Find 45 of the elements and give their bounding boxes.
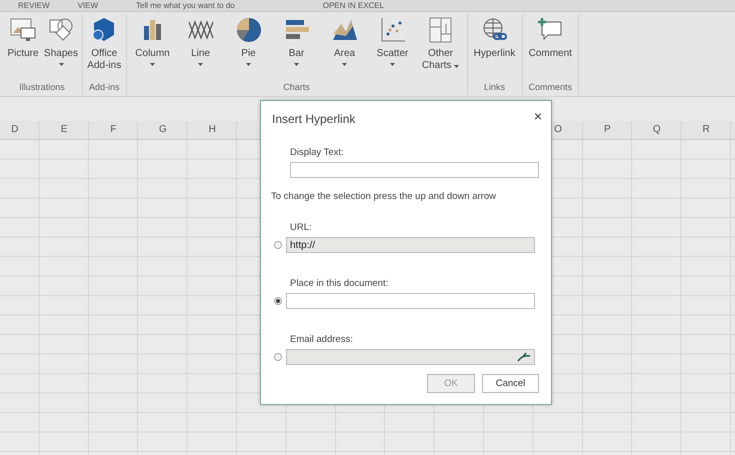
header-letter[interactable]: D (11, 124, 18, 135)
group-label: Charts (282, 82, 311, 94)
open-in-excel-link[interactable]: OPEN IN EXCEL (322, 0, 384, 10)
ribbon-button[interactable]: Scatter (368, 14, 417, 82)
picture-icon (9, 16, 37, 44)
header-letter[interactable]: E (60, 124, 68, 135)
header-letter[interactable]: G (158, 124, 167, 135)
field-label: Place in this document: (290, 278, 390, 289)
close-button[interactable]: × (534, 108, 542, 124)
group-label: Comments (528, 82, 574, 94)
dialog-button[interactable]: Cancel (482, 374, 539, 393)
ribbon-button[interactable]: Hyperlink (470, 14, 520, 82)
ribbon-button[interactable]: Comment (531, 14, 570, 82)
ribbon-button[interactable]: Other Charts (416, 14, 465, 82)
ribbon-button[interactable]: Picture (4, 14, 42, 82)
group-label: Illustrations (18, 82, 66, 94)
pie-chart-icon (234, 16, 263, 44)
ribbon-button[interactable]: Pie (224, 14, 273, 82)
input-field: http:// (286, 237, 535, 253)
header-letter[interactable]: F (110, 124, 117, 135)
ribbon-button[interactable]: Area (320, 14, 369, 82)
radio-button[interactable] (274, 297, 282, 305)
ribbon-tab[interactable]: VIEW (78, 0, 98, 10)
header-letter[interactable]: R (702, 124, 710, 135)
tell-me-field[interactable]: Tell me what you want to do (136, 0, 235, 10)
field-label: Display Text: (290, 147, 345, 158)
hint-text: To change the selection press the up and down arrow (271, 191, 497, 202)
group-label: Links (483, 82, 506, 94)
header-letter[interactable]: H (208, 124, 216, 135)
input-field[interactable] (286, 293, 535, 309)
input-field[interactable] (290, 162, 539, 178)
field-label: URL: (290, 222, 313, 233)
header-letter[interactable]: O (554, 124, 562, 135)
group-label: Add-ins (88, 82, 121, 94)
ribbon-button[interactable]: Line (176, 14, 225, 82)
header-letter[interactable]: Q (652, 124, 661, 135)
ribbon-button[interactable]: Bar (272, 14, 321, 82)
ribbon-button[interactable]: Column (128, 14, 177, 82)
ribbon-button[interactable]: Office Add-ins (85, 14, 124, 82)
header-letter[interactable]: P (604, 124, 611, 135)
ribbon-button[interactable]: Shapes (42, 14, 80, 82)
scatter-chart-icon (378, 16, 407, 44)
field-label: Email address: (290, 334, 354, 345)
dialog-title: Insert Hyperlink (272, 112, 356, 126)
ribbon-tab[interactable]: REVIEW (18, 0, 50, 10)
